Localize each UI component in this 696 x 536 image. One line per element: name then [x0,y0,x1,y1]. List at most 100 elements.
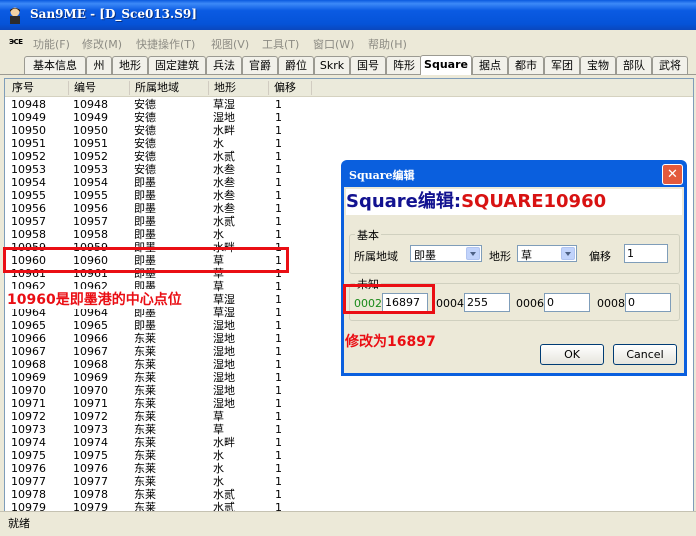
column-id[interactable]: 编号 [69,81,130,95]
menu-view[interactable]: 视图(V) [211,36,249,52]
table-row[interactable]: 10977 10977 东莱 水 1 [5,475,310,488]
field-0006-input[interactable]: 0 [544,293,590,312]
cell-offset: 1 [275,306,282,319]
chevron-down-icon[interactable] [466,247,480,260]
table-row[interactable]: 10948 10948 安德 草湿 1 [5,98,310,111]
cell-id: 10950 [73,124,108,137]
cancel-button[interactable]: Cancel [613,344,677,365]
table-row[interactable]: 10978 10978 东莱 水贰 1 [5,488,310,501]
table-row[interactable]: 10973 10973 东莱 草 1 [5,423,310,436]
tab-city[interactable]: 都市 [508,56,544,74]
cell-index: 10972 [11,410,46,423]
cell-index: 10956 [11,202,46,215]
cell-region: 东莱 [134,371,156,384]
table-row[interactable]: 10950 10950 安德 水畔 1 [5,124,310,137]
menu-tools[interactable]: 工具(T) [262,36,299,52]
table-row[interactable]: 10976 10976 东莱 水 1 [5,462,310,475]
menu-window[interactable]: 窗口(W) [313,36,354,52]
field-0006-label: 0006 [516,297,544,310]
field-0004-input[interactable]: 255 [464,293,510,312]
cell-region: 安德 [134,111,156,124]
tab-tactics[interactable]: 兵法 [206,56,242,74]
tab-legion[interactable]: 军团 [544,56,580,74]
tab-stronghold[interactable]: 据点 [472,56,508,74]
terrain-label: 地形 [489,250,511,263]
chevron-down-icon[interactable] [561,247,575,260]
column-offset[interactable]: 偏移 [269,81,312,95]
table-row[interactable]: 10970 10970 东莱 湿地 1 [5,384,310,397]
table-row[interactable]: 10952 10952 安德 水贰 1 [5,150,310,163]
cell-index: 10965 [11,319,46,332]
table-row[interactable]: 10956 10956 即墨 水叁 1 [5,202,310,215]
table-row[interactable]: 10965 10965 即墨 湿地 1 [5,319,310,332]
table-row[interactable]: 10957 10957 即墨 水贰 1 [5,215,310,228]
column-index[interactable]: 序号 [7,81,69,95]
cell-region: 安德 [134,163,156,176]
table-row[interactable]: 10971 10971 东莱 湿地 1 [5,397,310,410]
cell-region: 东莱 [134,345,156,358]
tab-general[interactable]: 武将 [652,56,688,74]
table-row[interactable]: 10967 10967 东莱 湿地 1 [5,345,310,358]
cell-region: 即墨 [134,189,156,202]
cell-index: 10952 [11,150,46,163]
cell-region: 安德 [134,137,156,150]
table-row[interactable]: 10955 10955 即墨 水叁 1 [5,189,310,202]
cell-terrain: 湿地 [213,397,235,410]
tab-terrain[interactable]: 地形 [112,56,148,74]
cell-region: 安德 [134,150,156,163]
heading-square-name: SQUARE10960 [461,191,607,212]
terrain-select[interactable]: 草 [517,245,577,262]
tab-peerage[interactable]: 爵位 [278,56,314,74]
table-row[interactable]: 10968 10968 东莱 湿地 1 [5,358,310,371]
table-row[interactable]: 10974 10974 东莱 水畔 1 [5,436,310,449]
table-row[interactable]: 10966 10966 东莱 湿地 1 [5,332,310,345]
cell-id: 10974 [73,436,108,449]
table-row[interactable]: 10969 10969 东莱 湿地 1 [5,371,310,384]
cell-offset: 1 [275,189,282,202]
cell-region: 安德 [134,98,156,111]
system-menu-icon[interactable]: ЭСЕ [9,38,23,46]
tab-fixed-buildings[interactable]: 固定建筑 [148,56,206,74]
column-region[interactable]: 所属地域 [130,81,209,95]
terrain-value: 草 [521,249,532,262]
region-select[interactable]: 即墨 [410,245,482,262]
table-row[interactable]: 10975 10975 东莱 水 1 [5,449,310,462]
region-label: 所属地域 [354,250,398,263]
tab-square[interactable]: Square [420,55,472,75]
cell-offset: 1 [275,475,282,488]
cell-index: 10966 [11,332,46,345]
ok-button[interactable]: OK [540,344,604,365]
cell-id: 10972 [73,410,108,423]
tab-state[interactable]: 州 [86,56,112,74]
offset-input[interactable]: 1 [624,244,668,263]
menu-shortcut[interactable]: 快捷操作(T) [136,36,195,52]
cell-terrain: 湿地 [213,111,235,124]
status-text: 就绪 [8,517,30,530]
tab-treasure[interactable]: 宝物 [580,56,616,74]
tab-country-name[interactable]: 国号 [350,56,386,74]
menu-help[interactable]: 帮助(H) [368,36,407,52]
tab-official-rank[interactable]: 官爵 [242,56,278,74]
cell-terrain: 湿地 [213,371,235,384]
table-row[interactable]: 10953 10953 安德 水叁 1 [5,163,310,176]
table-row[interactable]: 10958 10958 即墨 水 1 [5,228,310,241]
table-row[interactable]: 10949 10949 安德 湿地 1 [5,111,310,124]
highlight-row-box [3,247,289,273]
table-row[interactable]: 10954 10954 即墨 水叁 1 [5,176,310,189]
cell-id: 10971 [73,397,108,410]
cell-index: 10948 [11,98,46,111]
menu-function[interactable]: 功能(F) [33,36,70,52]
close-icon[interactable]: ✕ [662,164,683,185]
menu-modify[interactable]: 修改(M) [82,36,122,52]
region-value: 即墨 [414,249,436,262]
tab-formation[interactable]: 阵形 [386,56,422,74]
table-row[interactable]: 10951 10951 安德 水 1 [5,137,310,150]
cell-region: 即墨 [134,176,156,189]
tab-skrk[interactable]: Skrk [314,56,350,74]
field-0008-input[interactable]: 0 [625,293,671,312]
table-row[interactable]: 10972 10972 东莱 草 1 [5,410,310,423]
column-terrain[interactable]: 地形 [209,81,269,95]
cell-offset: 1 [275,345,282,358]
tab-basic-info[interactable]: 基本信息 [24,56,86,74]
tab-unit[interactable]: 部队 [616,56,652,74]
